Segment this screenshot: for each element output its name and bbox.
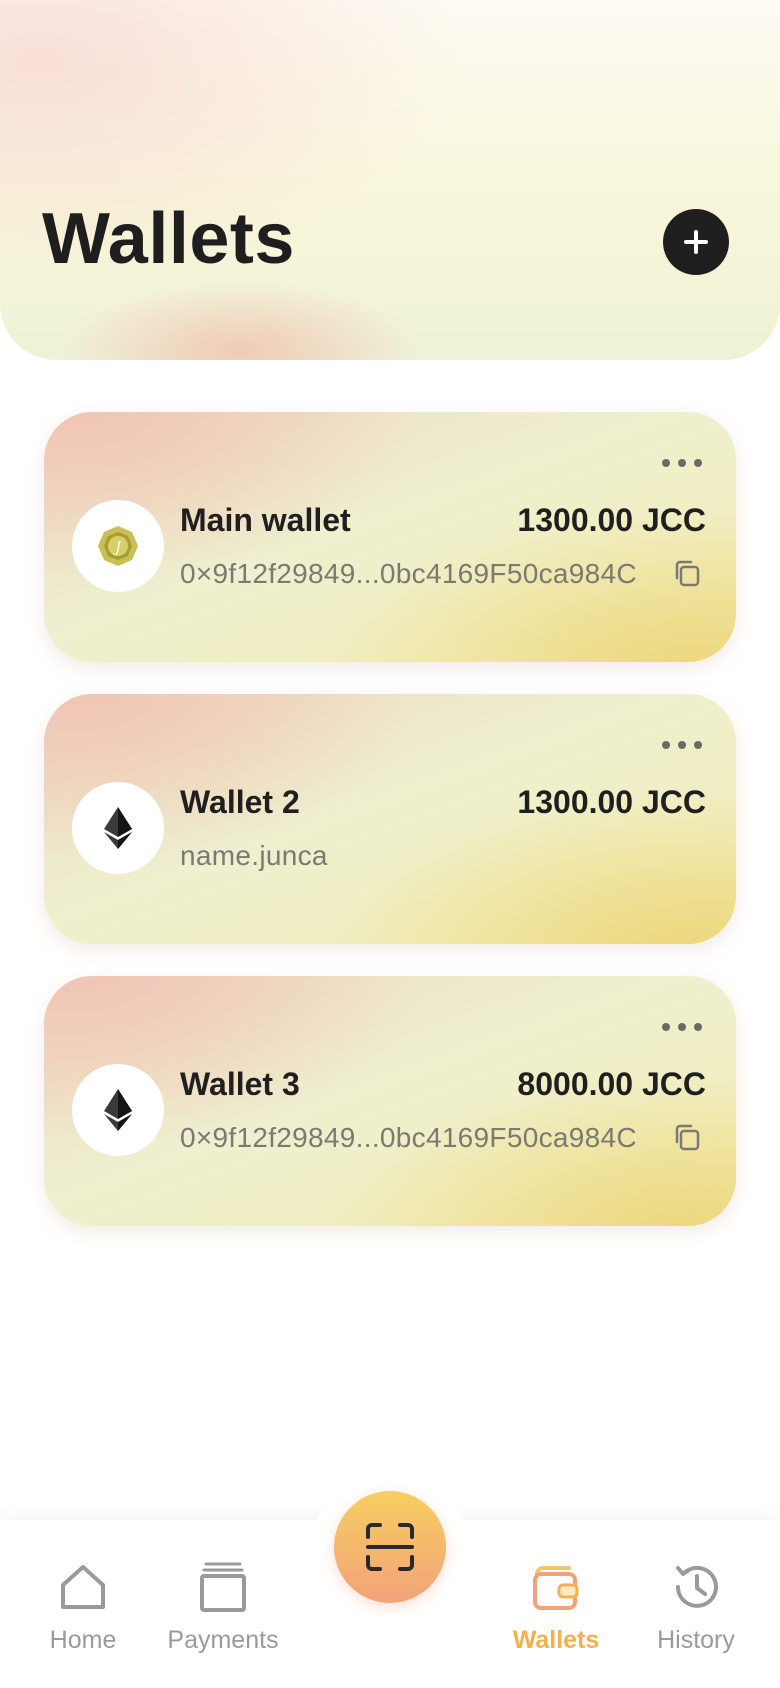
nav-label: History: [657, 1626, 735, 1654]
ethereum-icon: [104, 1089, 132, 1131]
home-icon: [61, 1565, 105, 1609]
wallet-name: Main wallet: [180, 502, 351, 538]
wallet-address: 0×9f12f29849...0bc4169F50ca984C: [180, 558, 637, 589]
wallet-balance: 1300.00 JCC: [517, 502, 706, 538]
nav-item-payments[interactable]: Payments: [148, 1560, 298, 1655]
scan-button[interactable]: [334, 1491, 446, 1603]
more-options-icon[interactable]: [662, 456, 702, 470]
history-icon: [676, 1565, 718, 1608]
nav-label: Wallets: [512, 1626, 600, 1654]
wallet-card[interactable]: Wallet 2 1300.00 JCC name.junca: [44, 694, 736, 944]
wallet-avatar: [72, 1064, 164, 1156]
page-title: Wallets: [42, 199, 295, 279]
wallet-card[interactable]: J Main wallet 1300.00 JCC 0×9f12f29849..…: [44, 412, 736, 662]
wallet-avatar: J: [72, 500, 164, 592]
wallet-address: name.junca: [180, 840, 328, 871]
header: Wallets: [0, 0, 780, 360]
wallet-balance: 8000.00 JCC: [517, 1066, 706, 1102]
wallet-card[interactable]: Wallet 3 8000.00 JCC 0×9f12f29849...0bc4…: [44, 976, 736, 1226]
payments-icon: [200, 1562, 246, 1612]
nav-item-history[interactable]: History: [621, 1560, 771, 1655]
wallet-balance: 1300.00 JCC: [517, 784, 706, 820]
copy-icon[interactable]: [672, 558, 702, 588]
add-wallet-button[interactable]: [663, 209, 729, 275]
more-options-icon[interactable]: [662, 1020, 702, 1034]
nav-label: Payments: [167, 1626, 279, 1654]
nav-label: Home: [49, 1626, 117, 1654]
ethereum-icon: [104, 807, 132, 849]
wallet-avatar: [72, 782, 164, 874]
nav-item-wallets[interactable]: Wallets: [481, 1560, 631, 1655]
wallet-name: Wallet 3: [180, 1066, 300, 1102]
wallet-address: 0×9f12f29849...0bc4169F50ca984C: [180, 1122, 637, 1153]
scan-icon: [366, 1523, 414, 1571]
more-options-icon[interactable]: [662, 738, 702, 752]
jcc-coin-icon: J: [98, 526, 138, 566]
plus-icon: [684, 230, 708, 254]
nav-item-home[interactable]: Home: [8, 1560, 158, 1655]
wallet-icon: [533, 1566, 579, 1610]
wallet-name: Wallet 2: [180, 784, 300, 820]
copy-icon[interactable]: [672, 1122, 702, 1152]
